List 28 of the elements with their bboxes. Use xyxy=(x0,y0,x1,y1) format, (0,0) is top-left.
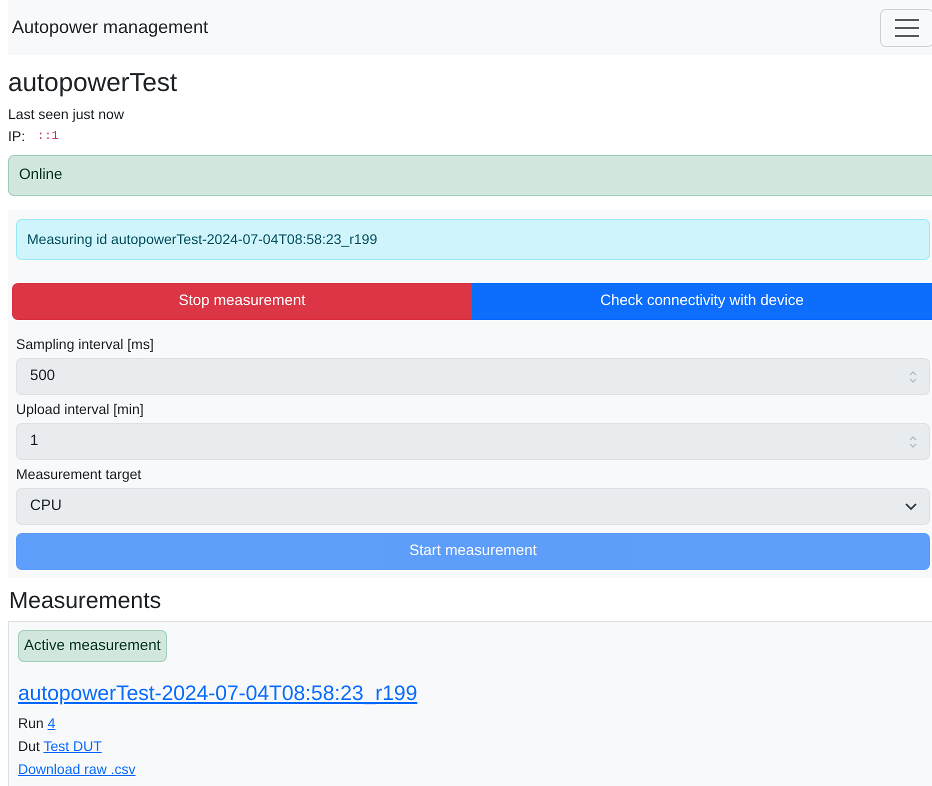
ip-address: ::1 xyxy=(37,128,59,145)
field-label: Upload interval [min] xyxy=(16,400,145,419)
ip-label: IP: xyxy=(8,127,26,146)
field-label: Sampling interval [ms] xyxy=(16,335,155,354)
menu-button[interactable] xyxy=(880,8,932,46)
device-name: autopowerTest xyxy=(8,66,178,99)
info-alert: Measuring id autopowerTest-2024-07-04T08:58:23_r199 xyxy=(16,219,930,260)
last-seen-text: Last seen just now xyxy=(8,105,125,124)
run-link[interactable]: 4 xyxy=(48,715,56,731)
number-field[interactable]: 1 xyxy=(16,423,930,460)
number-field[interactable]: 500 xyxy=(16,358,930,395)
dut-label: Dut xyxy=(18,738,40,754)
select-field[interactable]: CPU xyxy=(16,488,930,525)
chevron-down-icon xyxy=(905,502,917,510)
spinner-icon xyxy=(909,370,917,382)
field-label: Measurement target xyxy=(16,465,142,484)
measurement-link[interactable]: autopowerTest-2024-07-04T08:58:23_r199 xyxy=(18,682,418,705)
stop-button[interactable]: Stop measurement xyxy=(12,283,472,320)
menu-icon xyxy=(894,18,920,38)
run-label: Run xyxy=(18,715,44,731)
brand-title[interactable]: Autopower management xyxy=(12,14,208,41)
download-link[interactable]: Download raw .csv xyxy=(18,761,136,777)
dut-link[interactable]: Test DUT xyxy=(43,738,102,754)
check-connectivity-button[interactable]: Check connectivity with device xyxy=(472,283,932,320)
status-badge: Active measurement xyxy=(18,630,167,662)
section-heading: Measurements xyxy=(9,586,162,615)
spinner-icon xyxy=(909,436,917,448)
status-alert: Online xyxy=(8,155,932,196)
